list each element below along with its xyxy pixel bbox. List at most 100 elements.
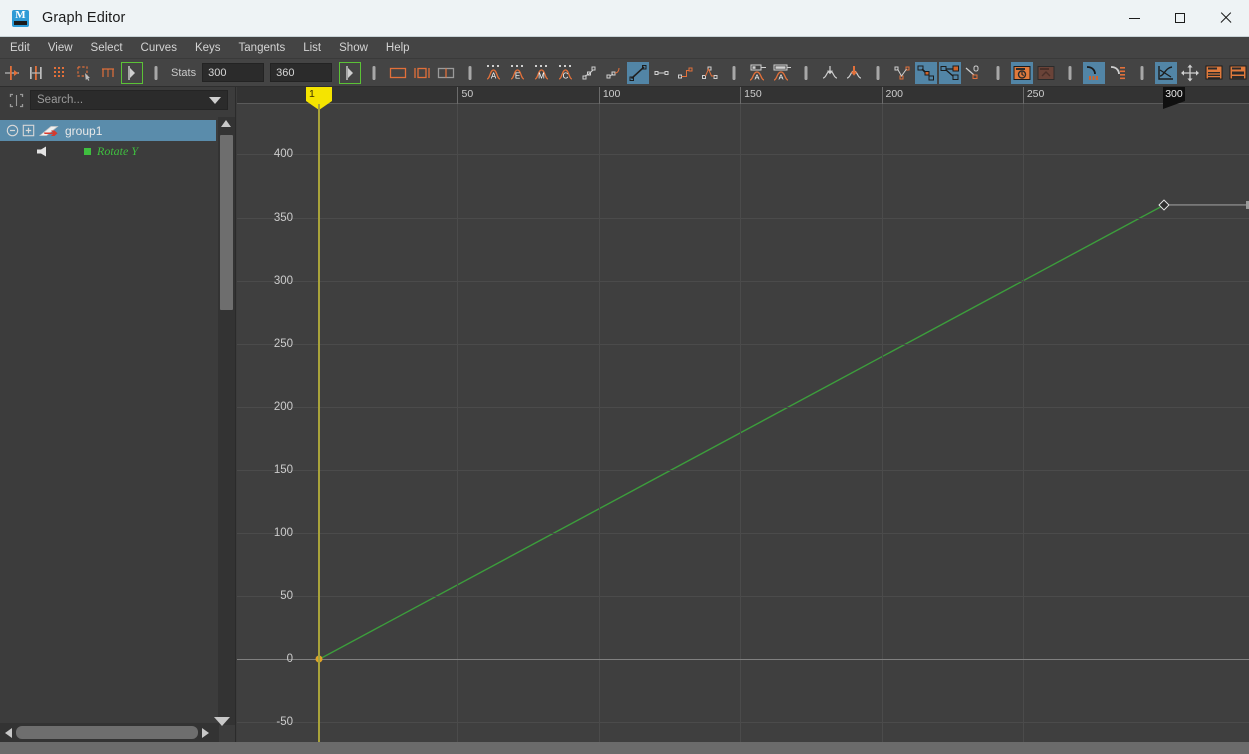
animation-curve-svg [318, 200, 1249, 660]
menu-item-tangents[interactable]: Tangents [231, 39, 294, 57]
menu-item-keys[interactable]: Keys [187, 39, 229, 57]
zero-axis-line [237, 659, 1249, 661]
flat-tangent-icon[interactable] [579, 62, 601, 84]
open-graph-editor-icon[interactable] [915, 61, 938, 84]
clamped-tangent-icon[interactable]: M [531, 62, 553, 84]
outliner-horizontal-scrollbar[interactable] [0, 723, 219, 742]
outliner-panel: group1 Rotate Y [0, 87, 237, 754]
close-button[interactable] [1203, 0, 1249, 36]
minimize-button[interactable] [1111, 0, 1157, 36]
value-axis-label: 400 [273, 148, 293, 161]
close-graph-editor-icon[interactable] [939, 61, 962, 84]
time-ruler[interactable]: 50 100 150 200 250 1 300 [237, 87, 1249, 110]
outliner-bottom-strip [0, 742, 237, 754]
value-axis-label: 250 [273, 337, 293, 350]
graph-canvas[interactable]: 400 350 300 250 200 150 100 50 0 -50 [237, 104, 1249, 754]
playback-range-icon[interactable] [1203, 62, 1225, 84]
scroll-up-arrow[interactable] [221, 120, 231, 127]
move-nearest-picked-key-icon[interactable] [1, 62, 23, 84]
lock-tangent-weight-icon[interactable] [699, 62, 721, 84]
window-title: Graph Editor [42, 10, 126, 26]
scroll-right-arrow[interactable] [202, 727, 209, 738]
break-tangents-icon[interactable] [627, 61, 650, 84]
insert-keys-tool-icon[interactable] [25, 62, 47, 84]
animation-curve-icon [36, 145, 53, 158]
collapse-minus-icon[interactable] [6, 124, 19, 137]
filter-icon[interactable] [5, 89, 27, 111]
expand-plus-icon[interactable] [22, 124, 35, 137]
menu-item-select[interactable]: Select [83, 39, 131, 57]
tree-row-group1[interactable]: group1 [0, 120, 216, 141]
menu-item-edit[interactable]: Edit [2, 39, 38, 57]
menu-item-show[interactable]: Show [331, 39, 376, 57]
window-controls [1111, 0, 1249, 36]
svg-text:A: A [755, 72, 760, 81]
snap-to-time-icon[interactable] [819, 62, 841, 84]
frame-selection-icon[interactable] [363, 62, 385, 84]
menu-item-help[interactable]: Help [378, 39, 418, 57]
move-tool-icon[interactable] [1179, 62, 1201, 84]
stacked-curves-icon[interactable] [1011, 61, 1034, 84]
graph-view[interactable]: 50 100 150 200 250 1 300 400 350 300 250 200 150 100… [237, 87, 1249, 754]
title-bar: Graph Editor [0, 0, 1249, 37]
vertical-gridline [740, 104, 742, 754]
stats-frame-input[interactable] [202, 63, 265, 82]
lattice-deform-keys-icon[interactable] [73, 62, 95, 84]
maximize-button[interactable] [1157, 0, 1203, 36]
frame-all-icon[interactable] [339, 61, 362, 84]
toolbar-divider-6-icon [1131, 62, 1153, 84]
scroll-left-arrow[interactable] [5, 727, 12, 738]
time-tick-label: 50 [461, 88, 474, 100]
buffer-curve-snapshot-icon[interactable]: A [747, 62, 769, 84]
free-tangent-weight-icon[interactable] [675, 62, 697, 84]
chevron-down-icon[interactable] [209, 96, 221, 104]
unify-tangents-icon[interactable] [651, 62, 673, 84]
curve-denormalize-icon[interactable] [987, 62, 1009, 84]
toolbar-divider-2-icon [723, 62, 745, 84]
menu-item-view[interactable]: View [40, 39, 81, 57]
swap-buffer-curve-icon[interactable]: A [771, 62, 793, 84]
value-axis-label: 300 [273, 274, 293, 287]
menu-item-curves[interactable]: Curves [133, 39, 185, 57]
vertical-gridline [598, 104, 600, 754]
frame-center-view-icon[interactable] [387, 62, 409, 84]
normalized-view-icon[interactable] [1155, 61, 1178, 84]
stats-value-input[interactable] [270, 63, 333, 82]
frame-split-view-icon[interactable] [435, 62, 457, 84]
layered-curves-icon[interactable] [1107, 62, 1129, 84]
svg-text:A: A [779, 72, 784, 81]
spline-tangent-icon[interactable]: E [507, 62, 529, 84]
value-axis-label: 50 [280, 590, 293, 603]
curve-normalize-icon[interactable] [963, 62, 985, 84]
step-tangent-icon[interactable] [603, 62, 625, 84]
search-box[interactable] [30, 90, 228, 110]
horizontal-gridline [237, 217, 1249, 219]
snap-to-value-icon[interactable] [843, 62, 865, 84]
vertical-gridline [881, 104, 883, 754]
value-axis-label: 0 [286, 653, 293, 666]
horizontal-scrollbar-thumb[interactable] [16, 726, 198, 739]
search-input[interactable] [31, 91, 209, 109]
frame-playback-range-icon[interactable] [145, 62, 167, 84]
playhead-line[interactable] [317, 104, 320, 754]
region-keys-tool-icon[interactable] [97, 62, 119, 84]
outliner-vertical-scrollbar[interactable] [218, 117, 235, 725]
horizontal-gridline [237, 154, 1249, 156]
linear-tangent-icon[interactable]: C [555, 62, 577, 84]
retime-tool-icon[interactable] [121, 61, 143, 84]
pre-infinity-icon[interactable] [891, 62, 913, 84]
vertical-scrollbar-thumb[interactable] [220, 135, 233, 310]
stats-label: Stats [171, 66, 197, 79]
add-keys-tool-icon[interactable] [49, 62, 71, 84]
menu-item-list[interactable]: List [295, 39, 329, 57]
dope-sheet-icon[interactable] [1227, 62, 1249, 84]
horizontal-gridline [237, 406, 1249, 408]
frame-playback-icon[interactable] [411, 62, 433, 84]
time-tick-label: 250 [1026, 88, 1045, 100]
auto-tangent-icon[interactable]: A [483, 62, 505, 84]
time-editor-icon[interactable] [1083, 61, 1106, 84]
time-tick-label: 150 [744, 88, 762, 100]
tree-row-rotate-y[interactable]: Rotate Y [0, 141, 216, 162]
pre-post-infinity-icon[interactable] [1035, 62, 1057, 84]
toolbar-divider-4-icon [867, 62, 889, 84]
